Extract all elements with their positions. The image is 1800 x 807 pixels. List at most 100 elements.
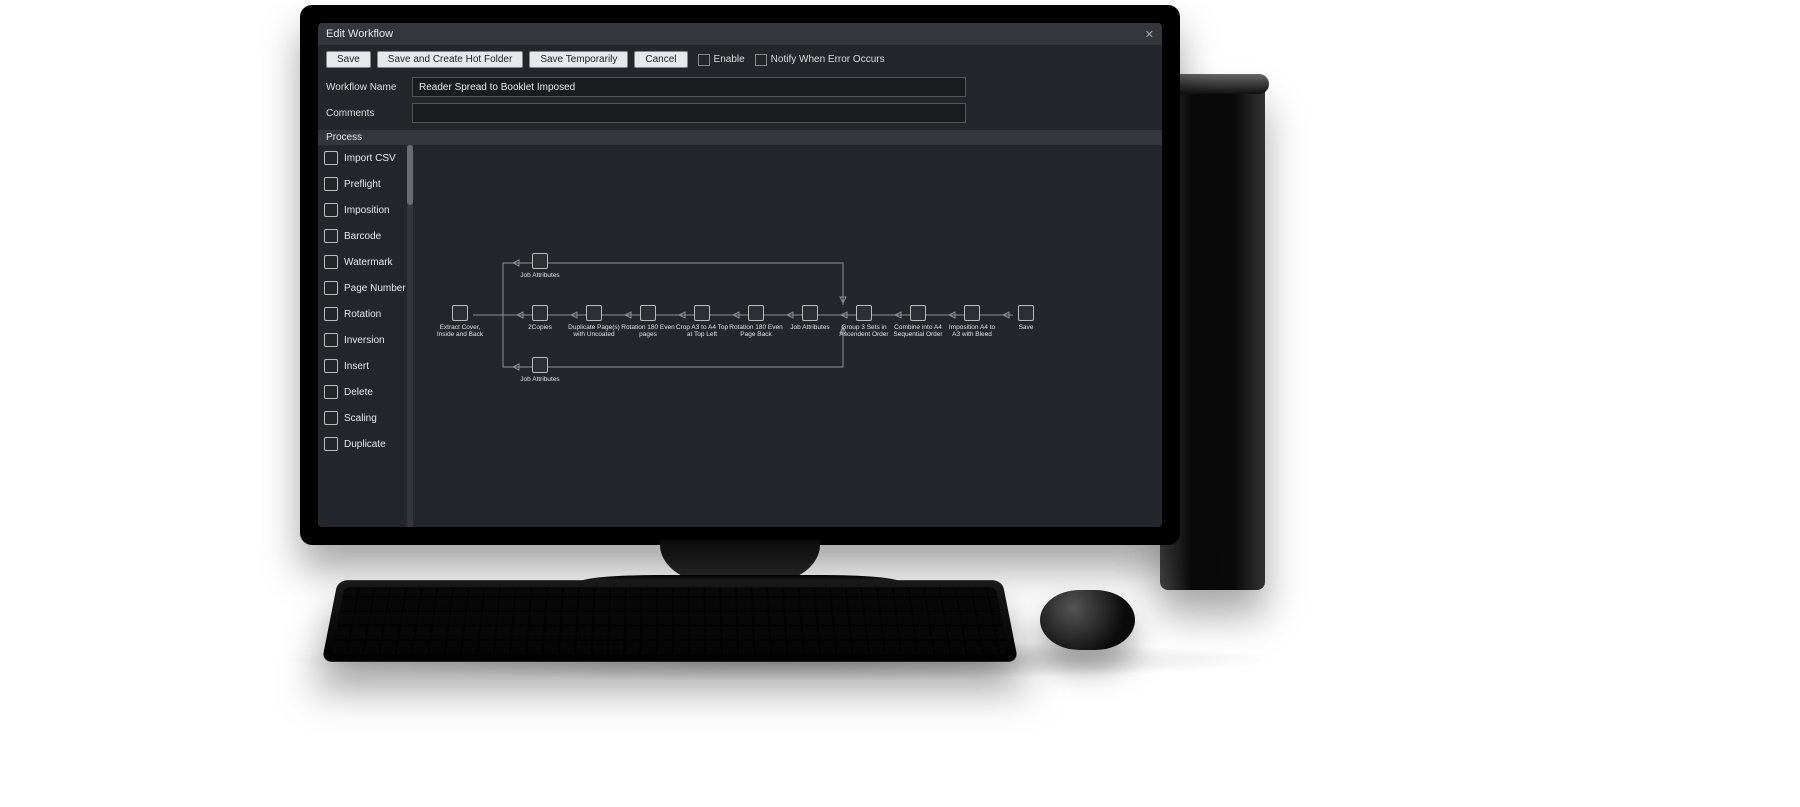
sidebar-item-page-number[interactable]: Page Number [318, 275, 413, 301]
node-label: Job Attributes [520, 272, 559, 279]
sidebar-item-label: Preflight [344, 179, 381, 190]
sidebar-item-insert[interactable]: Insert [318, 353, 413, 379]
node-label: Imposition A4 to A3 with Bleed [949, 324, 995, 338]
node-label: Rotation 180 Even pages [621, 324, 674, 338]
sidebar-item-label: Scaling [344, 413, 377, 424]
sidebar-item-label: Duplicate [344, 439, 386, 450]
node-2copies[interactable]: 2Copies [513, 305, 567, 331]
window-title: Edit Workflow [326, 28, 393, 40]
save-button[interactable]: Save [326, 51, 371, 68]
node-label: Combine into A4 Sequential Order [893, 324, 942, 338]
workflow-canvas[interactable]: Extract Cover, Inside and Back 2Copies D… [413, 145, 1162, 527]
comments-input[interactable] [412, 103, 966, 123]
app-window: Edit Workflow ✕ Save Save and Create Hot… [318, 23, 1162, 527]
node-job-attr-top[interactable]: Job Attributes [513, 253, 567, 279]
workflow-name-label: Workflow Name [326, 82, 404, 93]
sidebar-item-label: Imposition [344, 205, 390, 216]
node-imposition-a4a3[interactable]: Imposition A4 to A3 with Bleed [945, 305, 999, 339]
node-icon [964, 305, 980, 321]
node-icon [452, 305, 468, 321]
sidebar-item-label: Watermark [344, 257, 393, 268]
sidebar-item-barcode[interactable]: Barcode [318, 223, 413, 249]
node-label: Crop A3 to A4 Top at Top Left [676, 324, 728, 338]
node-job-attr-bottom[interactable]: Job Attributes [513, 357, 567, 383]
sidebar-item-duplicate[interactable]: Duplicate [318, 431, 413, 457]
node-icon [856, 305, 872, 321]
node-combine-a4[interactable]: Combine into A4 Sequential Order [891, 305, 945, 339]
sidebar-item-label: Import CSV [344, 153, 396, 164]
sidebar-item-import-csv[interactable]: Import CSV [318, 145, 413, 171]
node-save[interactable]: Save [999, 305, 1053, 331]
sidebar-item-watermark[interactable]: Watermark [318, 249, 413, 275]
monitor: Edit Workflow ✕ Save Save and Create Hot… [300, 5, 1180, 545]
notify-checkbox[interactable]: Notify When Error Occurs [755, 54, 885, 66]
process-sidebar: Import CSV Preflight Imposition Barcode … [318, 145, 413, 527]
delete-icon [324, 385, 338, 399]
node-icon [910, 305, 926, 321]
workflow-name-input[interactable] [412, 77, 966, 97]
node-icon [586, 305, 602, 321]
sidebar-item-rotation[interactable]: Rotation [318, 301, 413, 327]
node-label: Rotation 180 Even Page Back [729, 324, 782, 338]
node-label: Job Attributes [790, 324, 829, 331]
sidebar-item-preflight[interactable]: Preflight [318, 171, 413, 197]
node-rotation-back[interactable]: Rotation 180 Even Page Back [729, 305, 783, 339]
enable-label: Enable [714, 54, 745, 65]
cancel-button[interactable]: Cancel [634, 51, 687, 68]
node-label: Job Attributes [520, 376, 559, 383]
node-job-attributes[interactable]: Job Attributes [783, 305, 837, 331]
node-icon [532, 357, 548, 373]
sidebar-item-delete[interactable]: Delete [318, 379, 413, 405]
node-icon [532, 253, 548, 269]
sidebar-item-label: Delete [344, 387, 373, 398]
workflow-connectors [413, 145, 1162, 527]
node-crop-a3-a4[interactable]: Crop A3 to A4 Top at Top Left [675, 305, 729, 339]
node-icon [694, 305, 710, 321]
node-icon [802, 305, 818, 321]
node-extract-cover[interactable]: Extract Cover, Inside and Back [433, 305, 487, 339]
sidebar-item-imposition[interactable]: Imposition [318, 197, 413, 223]
node-icon [640, 305, 656, 321]
save-hotfolder-button[interactable]: Save and Create Hot Folder [377, 51, 524, 68]
node-icon [748, 305, 764, 321]
barcode-icon [324, 229, 338, 243]
process-section-header: Process [318, 130, 1162, 145]
node-duplicate-pages[interactable]: Duplicate Page(s) with Uncoated [567, 305, 621, 339]
sidebar-item-label: Barcode [344, 231, 381, 242]
sidebar-item-scaling[interactable]: Scaling [318, 405, 413, 431]
preflight-icon [324, 177, 338, 191]
close-icon[interactable]: ✕ [1145, 28, 1154, 41]
node-group-3-sets[interactable]: Group 3 Sets in Ascendent Order [837, 305, 891, 339]
node-label: Group 3 Sets in Ascendent Order [839, 324, 888, 338]
sidebar-item-label: Inversion [344, 335, 385, 346]
node-label: Duplicate Page(s) with Uncoated [568, 324, 620, 338]
insert-icon [324, 359, 338, 373]
duplicate-icon [324, 437, 338, 451]
sidebar-item-inversion[interactable]: Inversion [318, 327, 413, 353]
save-temp-button[interactable]: Save Temporarily [529, 51, 628, 68]
node-label: Save [1019, 324, 1034, 331]
rotation-icon [324, 307, 338, 321]
sidebar-item-label: Page Number [344, 283, 406, 294]
keyboard [322, 580, 1019, 662]
sidebar-item-label: Rotation [344, 309, 381, 320]
node-label: Extract Cover, Inside and Back [437, 324, 483, 338]
checkbox-icon [755, 54, 767, 66]
inversion-icon [324, 333, 338, 347]
notify-label: Notify When Error Occurs [771, 54, 885, 65]
imposition-icon [324, 203, 338, 217]
page-number-icon [324, 281, 338, 295]
workflow-name-row: Workflow Name [318, 74, 1162, 100]
titlebar: Edit Workflow ✕ [318, 23, 1162, 45]
csv-icon [324, 151, 338, 165]
node-icon [532, 305, 548, 321]
watermark-icon [324, 255, 338, 269]
node-label: 2Copies [528, 324, 552, 331]
toolbar: Save Save and Create Hot Folder Save Tem… [318, 45, 1162, 74]
node-rotation-even[interactable]: Rotation 180 Even pages [621, 305, 675, 339]
node-icon [1018, 305, 1034, 321]
comments-row: Comments [318, 100, 1162, 126]
comments-label: Comments [326, 108, 404, 119]
enable-checkbox[interactable]: Enable [698, 54, 745, 66]
checkbox-icon [698, 54, 710, 66]
